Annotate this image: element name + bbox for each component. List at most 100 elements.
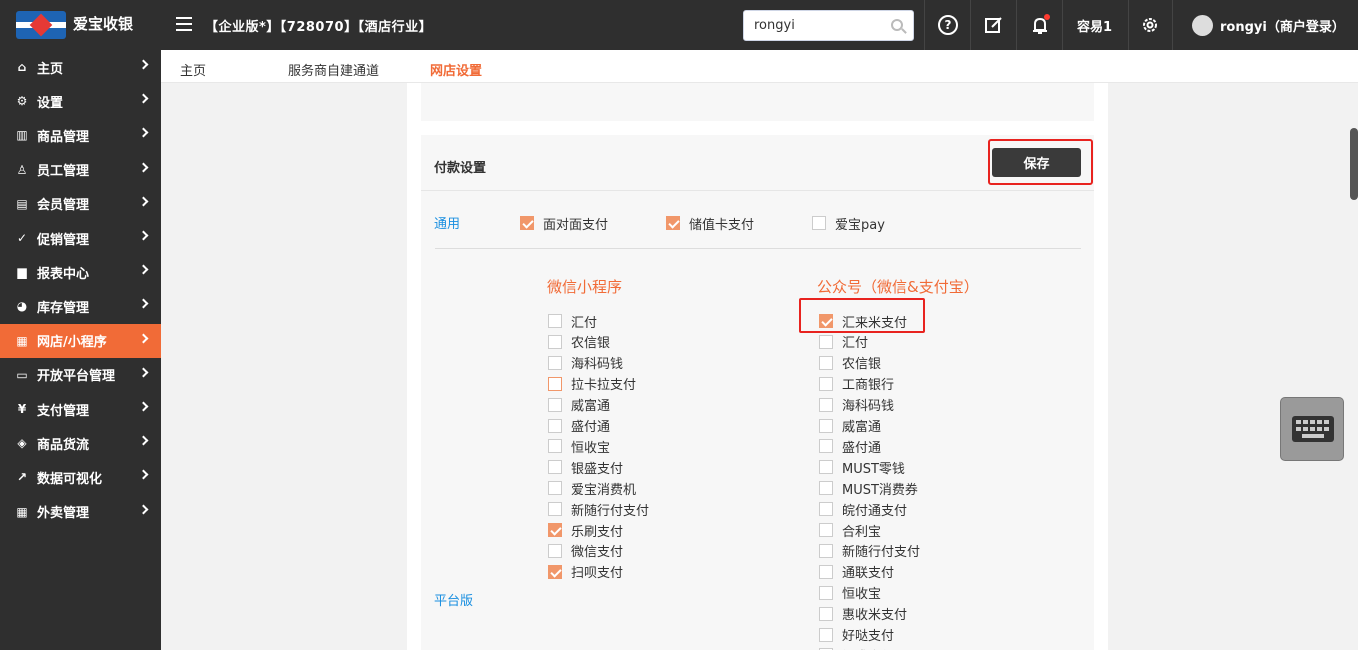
checkbox[interactable] [548, 523, 562, 537]
payment-option[interactable]: 爱宝pay [812, 215, 885, 233]
checkbox[interactable] [819, 376, 833, 391]
checkbox[interactable] [819, 564, 833, 579]
payment-option[interactable]: 盛付通 [548, 418, 610, 435]
payment-option[interactable]: 汇付 [819, 334, 869, 352]
checkbox[interactable] [819, 314, 833, 328]
tab-home[interactable]: 主页 [180, 60, 206, 79]
checkbox[interactable] [548, 543, 562, 558]
avatar[interactable] [1192, 15, 1213, 36]
sidebar-item[interactable]: ▥ 商品管理 [0, 118, 161, 152]
notification-dot [1044, 14, 1050, 20]
checkbox[interactable] [520, 216, 534, 230]
keyboard-icon[interactable] [1280, 397, 1344, 461]
payment-option[interactable]: 农信银 [819, 355, 881, 372]
checkbox[interactable] [819, 606, 833, 621]
search-box[interactable] [743, 10, 914, 41]
payment-option[interactable]: 好哒支付 [819, 627, 894, 644]
save-button[interactable]: 保存 [992, 148, 1081, 177]
payment-option[interactable]: 爱宝消费机 [548, 480, 636, 498]
checkbox[interactable] [548, 460, 562, 475]
checkbox[interactable] [548, 418, 562, 433]
checkbox[interactable] [812, 216, 826, 230]
sidebar-item[interactable]: ⌂ 主页 [0, 50, 161, 84]
checkbox[interactable] [819, 502, 833, 517]
option-label: 汇付 [842, 336, 869, 352]
search-input[interactable] [744, 11, 874, 40]
checkbox[interactable] [548, 439, 562, 454]
checkbox[interactable] [548, 334, 562, 349]
checkbox[interactable] [819, 460, 833, 475]
payment-option[interactable]: 惠收米支付 [819, 606, 907, 623]
payment-option[interactable]: MUST消费券 [819, 480, 918, 498]
checkbox[interactable] [548, 502, 562, 517]
payment-option[interactable]: 威富通 [819, 418, 881, 435]
payment-option[interactable]: 合利宝 [819, 522, 881, 540]
payment-option[interactable]: 面对面支付 [520, 215, 608, 233]
payment-option[interactable]: 恒收宝 [548, 438, 610, 456]
payment-option[interactable]: 农信银 [548, 334, 610, 351]
platform-label[interactable]: 平台版 [434, 590, 473, 609]
sidebar-item[interactable]: ▭ 开放平台管理 [0, 358, 161, 392]
checkbox[interactable] [666, 216, 680, 230]
checkbox[interactable] [819, 334, 833, 349]
payment-option[interactable]: 汇付 [548, 313, 597, 331]
checkbox[interactable] [548, 376, 562, 391]
payment-option[interactable]: 新随行付支付 [819, 543, 920, 560]
settings-gear-icon[interactable] [1140, 15, 1160, 35]
payment-option[interactable]: MUST零钱 [819, 459, 905, 477]
payment-option[interactable]: 乐刷支付 [548, 522, 623, 540]
sidebar-item[interactable]: ✓ 促销管理 [0, 221, 161, 255]
checkbox[interactable] [819, 543, 833, 558]
sidebar-item[interactable]: ◕ 库存管理 [0, 289, 161, 323]
checkbox[interactable] [548, 564, 562, 579]
checkbox[interactable] [819, 627, 833, 642]
sidebar-item[interactable]: ◈ 商品货流 [0, 426, 161, 460]
sidebar-item[interactable]: ▦ 网店/小程序 [0, 323, 161, 358]
sidebar-item[interactable]: ▆ 报表中心 [0, 255, 161, 289]
sidebar-item[interactable]: ♙ 员工管理 [0, 153, 161, 187]
checkbox[interactable] [819, 439, 833, 454]
sidebar-item[interactable]: ⚙ 设置 [0, 84, 161, 118]
payment-option[interactable]: 盛付通 [819, 438, 881, 456]
checkbox[interactable] [819, 355, 833, 370]
payment-option[interactable]: 扫呗支付 [548, 564, 623, 581]
sidebar-item[interactable]: ↗ 数据可视化 [0, 460, 161, 494]
general-label[interactable]: 通用 [434, 213, 460, 232]
menu-toggle-icon[interactable] [176, 17, 192, 31]
sidebar-item[interactable]: ▦ 外卖管理 [0, 495, 161, 529]
tab-provider-channel[interactable]: 服务商自建通道 [288, 60, 379, 79]
payment-option[interactable]: 汇来米支付 [819, 313, 907, 331]
checkbox[interactable] [548, 314, 562, 328]
sidebar-item[interactable]: ¥ 支付管理 [0, 392, 161, 426]
payment-option[interactable]: 微信支付 [548, 543, 623, 560]
payment-option[interactable]: 储值卡支付 [666, 215, 754, 233]
checkbox[interactable] [548, 355, 562, 370]
tab-store-settings[interactable]: 网店设置 [430, 60, 482, 79]
checkbox[interactable] [548, 397, 562, 412]
payment-option[interactable]: 银盛支付 [548, 459, 623, 477]
payment-option[interactable]: 恒收宝 [819, 585, 881, 602]
checkbox[interactable] [819, 397, 833, 412]
checkbox[interactable] [819, 523, 833, 537]
bell-icon[interactable] [1030, 14, 1050, 35]
checkbox[interactable] [548, 481, 562, 496]
checkbox[interactable] [819, 481, 833, 496]
user-short-name[interactable]: 容易1 [1077, 16, 1112, 35]
divider [1128, 0, 1129, 50]
sidebar-item[interactable]: ▤ 会员管理 [0, 187, 161, 221]
payment-option[interactable]: 海科码钱 [548, 355, 623, 372]
checkbox[interactable] [819, 585, 833, 600]
scrollbar[interactable] [1350, 128, 1358, 200]
payment-option[interactable]: 工商银行 [819, 376, 894, 393]
payment-option[interactable]: 新随行付支付 [548, 501, 649, 519]
payment-option[interactable]: 皖付通支付 [819, 501, 907, 519]
payment-option[interactable]: 拉卡拉支付 [548, 376, 636, 393]
checkbox[interactable] [819, 418, 833, 433]
search-icon[interactable] [891, 19, 903, 31]
edit-icon[interactable] [984, 15, 1004, 35]
user-login-name[interactable]: rongyi（商户登录） [1220, 16, 1345, 35]
payment-option[interactable]: 海科码钱 [819, 397, 894, 414]
help-icon[interactable]: ? [938, 15, 958, 35]
payment-option[interactable]: 威富通 [548, 397, 610, 414]
payment-option[interactable]: 通联支付 [819, 564, 894, 581]
